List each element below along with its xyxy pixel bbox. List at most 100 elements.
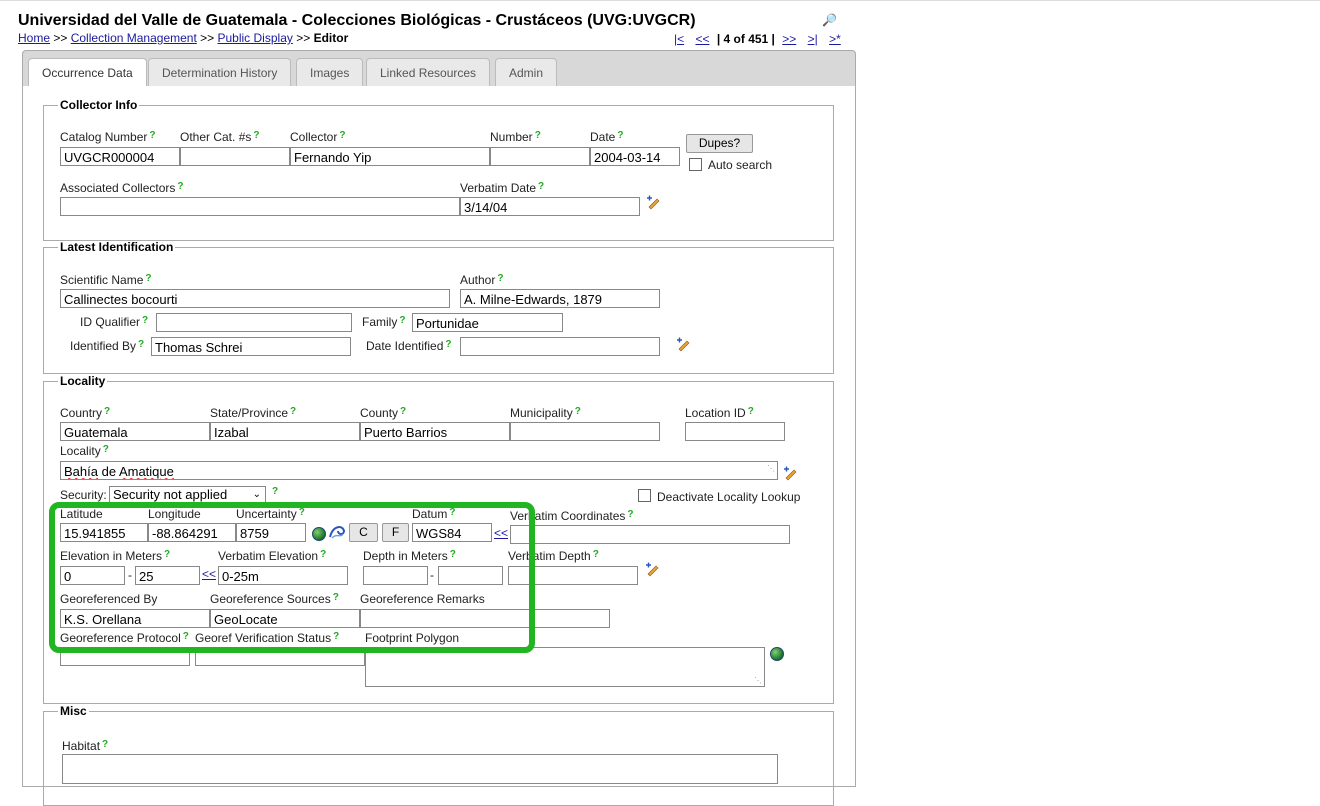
- help-icon: ?: [747, 406, 754, 417]
- number-input[interactable]: [490, 147, 590, 166]
- help-icon: ?: [399, 315, 406, 326]
- tab-bar: Occurrence Data Determination History Im…: [22, 50, 856, 89]
- municipality-label: Municipality?: [510, 406, 581, 420]
- breadcrumb-current: Editor: [313, 31, 349, 45]
- auto-search-label: Auto search: [708, 158, 773, 172]
- associated-collectors-input[interactable]: [60, 197, 460, 216]
- other-cat-label: Other Cat. #s?: [180, 130, 260, 144]
- habitat-label: Habitat?: [62, 739, 109, 753]
- identified-by-label: Identified By?: [70, 339, 145, 353]
- verbatim-coordinates-input[interactable]: [510, 525, 790, 544]
- help-icon: ?: [497, 273, 504, 284]
- date-identified-input[interactable]: [460, 337, 660, 356]
- identification-legend: Latest Identification: [60, 240, 174, 254]
- state-input[interactable]: Izabal: [210, 422, 360, 441]
- number-label: Number?: [490, 130, 541, 144]
- catalog-number-label: Catalog Number?: [60, 130, 156, 144]
- tab-occurrence-data[interactable]: Occurrence Data: [28, 58, 147, 89]
- record-pager: |< << | 4 of 451 | >> >| >*: [670, 32, 845, 46]
- family-label: Family?: [362, 315, 406, 329]
- tab-determination-history[interactable]: Determination History: [148, 58, 292, 87]
- help-icon: ?: [400, 406, 407, 417]
- magnifier-icon[interactable]: 🔎: [822, 13, 837, 27]
- scientific-name-input[interactable]: Callinectes bocourti: [60, 289, 450, 308]
- help-icon: ?: [574, 406, 581, 417]
- footprint-polygon-textarea[interactable]: ⋱: [365, 647, 765, 687]
- tab-admin[interactable]: Admin: [495, 58, 558, 87]
- date-identified-label: Date Identified?: [366, 339, 452, 353]
- breadcrumb-home[interactable]: Home: [18, 31, 50, 45]
- breadcrumb: Home >> Collection Management >> Public …: [18, 31, 349, 45]
- pager-position: | 4 of 451 |: [716, 32, 775, 46]
- tab-images[interactable]: Images: [296, 58, 364, 87]
- security-select[interactable]: Security not applied ⌄: [109, 486, 266, 503]
- edit-pencil-icon[interactable]: [645, 194, 661, 210]
- pager-new-record[interactable]: >*: [829, 32, 841, 46]
- state-label: State/Province?: [210, 406, 297, 420]
- date-label: Date?: [590, 130, 624, 144]
- collector-info-legend: Collector Info: [60, 98, 138, 112]
- location-id-label: Location ID?: [685, 406, 754, 420]
- help-icon: ?: [445, 339, 452, 350]
- help-icon: ?: [617, 130, 624, 141]
- edit-pencil-icon[interactable]: [675, 336, 691, 352]
- edit-pencil-icon[interactable]: [644, 561, 660, 577]
- globe-icon[interactable]: [770, 647, 784, 661]
- pager-last[interactable]: >|: [808, 32, 818, 46]
- help-icon: ?: [538, 181, 545, 192]
- chevron-down-icon: ⌄: [252, 489, 261, 500]
- country-label: Country?: [60, 406, 111, 420]
- deactivate-lookup-checkbox[interactable]: [638, 489, 651, 502]
- help-icon: ?: [534, 130, 541, 141]
- id-qualifier-input[interactable]: [156, 313, 352, 332]
- locality-legend: Locality: [60, 374, 106, 388]
- help-icon: ?: [272, 486, 279, 497]
- family-input[interactable]: Portunidae: [412, 313, 563, 332]
- help-icon: ?: [339, 130, 346, 141]
- highlight-box: [49, 502, 535, 653]
- associated-collectors-label: Associated Collectors?: [60, 181, 184, 195]
- author-label: Author?: [460, 273, 504, 287]
- id-qualifier-label: ID Qualifier?: [80, 315, 149, 329]
- security-label: Security:: [60, 488, 107, 502]
- identified-by-input[interactable]: Thomas Schrei: [151, 337, 351, 356]
- misc-legend: Misc: [60, 704, 87, 718]
- help-icon: ?: [290, 406, 297, 417]
- county-input[interactable]: Puerto Barrios: [360, 422, 510, 441]
- top-divider: [0, 0, 1320, 1]
- dupes-button[interactable]: Dupes?: [686, 134, 753, 153]
- help-icon: ?: [253, 130, 260, 141]
- edit-pencil-icon[interactable]: [782, 465, 798, 481]
- help-icon: ?: [592, 549, 599, 560]
- scientific-name-label: Scientific Name?: [60, 273, 152, 287]
- date-input[interactable]: 2004-03-14: [590, 147, 680, 166]
- auto-search-checkbox[interactable]: [689, 158, 702, 171]
- breadcrumb-collection-management[interactable]: Collection Management: [71, 31, 197, 45]
- municipality-input[interactable]: [510, 422, 660, 441]
- author-input[interactable]: A. Milne-Edwards, 1879: [460, 289, 660, 308]
- locality-label: Locality?: [60, 444, 109, 458]
- help-icon: ?: [102, 444, 109, 455]
- habitat-textarea[interactable]: [62, 754, 778, 784]
- pager-next[interactable]: >>: [782, 32, 796, 46]
- help-icon: ?: [138, 339, 145, 350]
- catalog-number-input[interactable]: UVGCR000004: [60, 147, 180, 166]
- help-icon: ?: [145, 273, 152, 284]
- county-label: County?: [360, 406, 407, 420]
- page-title: Universidad del Valle de Guatemala - Col…: [18, 12, 696, 29]
- deactivate-lookup-label: Deactivate Locality Lookup: [657, 490, 801, 504]
- help-icon: ?: [102, 739, 109, 750]
- pager-prev[interactable]: <<: [695, 32, 709, 46]
- other-cat-input[interactable]: [180, 147, 290, 166]
- collector-input[interactable]: Fernando Yip: [290, 147, 490, 166]
- breadcrumb-public-display[interactable]: Public Display: [218, 31, 293, 45]
- tab-linked-resources[interactable]: Linked Resources: [366, 58, 491, 87]
- collector-label: Collector?: [290, 130, 346, 144]
- verbatim-date-label: Verbatim Date?: [460, 181, 545, 195]
- pager-first[interactable]: |<: [674, 32, 684, 46]
- country-input[interactable]: Guatemala: [60, 422, 210, 441]
- help-icon: ?: [177, 181, 184, 192]
- locality-input[interactable]: Bahía de Amatique ⋱: [60, 461, 778, 480]
- location-id-input[interactable]: [685, 422, 785, 441]
- verbatim-date-input[interactable]: 3/14/04: [460, 197, 640, 216]
